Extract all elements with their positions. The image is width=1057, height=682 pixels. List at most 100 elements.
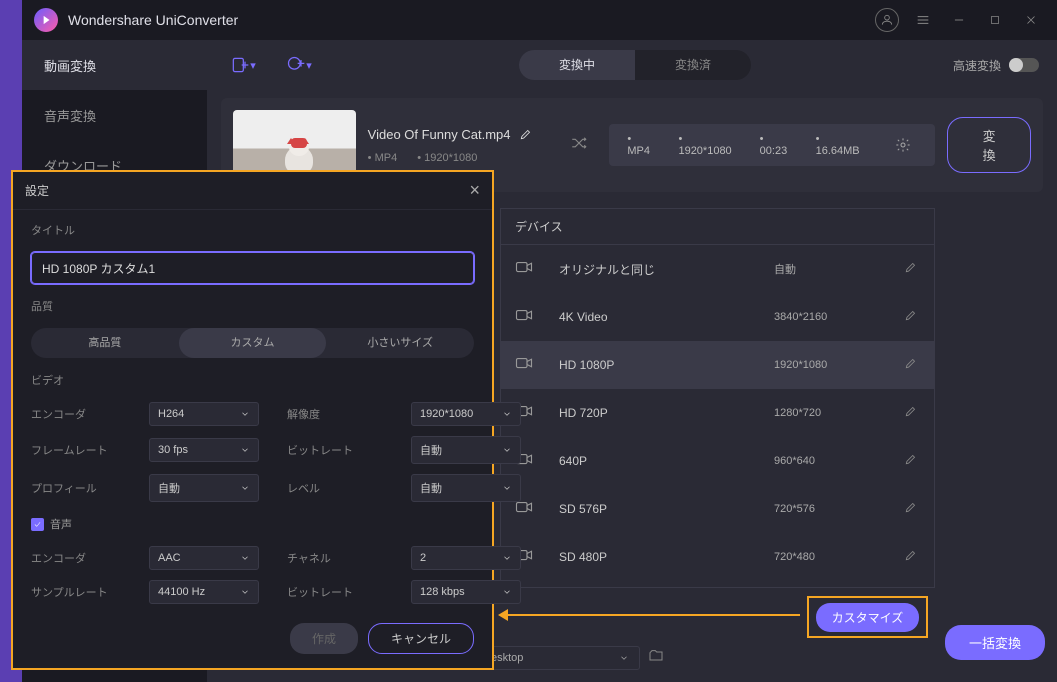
maximize-icon[interactable] bbox=[981, 6, 1009, 34]
src-resolution: 1920*1080 bbox=[424, 152, 477, 164]
speed-label: 高速変換 bbox=[953, 57, 1001, 74]
quality-high[interactable]: 高品質 bbox=[31, 328, 179, 358]
device-label: HD 1080P bbox=[559, 358, 754, 372]
audio-samplerate-select[interactable]: 44100 Hz bbox=[149, 580, 259, 604]
edit-name-icon[interactable] bbox=[519, 127, 533, 141]
app-title: Wondershare UniConverter bbox=[68, 12, 238, 28]
edit-icon[interactable] bbox=[904, 500, 920, 519]
shuffle-icon[interactable] bbox=[570, 134, 598, 157]
device-label: HD 720P bbox=[559, 406, 754, 420]
audio-samplerate-label: サンプルレート bbox=[31, 584, 121, 600]
dest-duration: 00:23 bbox=[760, 145, 788, 157]
add-file-button[interactable]: ▾ bbox=[225, 47, 261, 83]
device-row[interactable]: SD 480P 720*480 bbox=[501, 533, 934, 581]
settings-dialog: 設定 × タイトル 品質 高品質 カスタム 小さいサイズ ビデオ エンコーダ H… bbox=[11, 170, 494, 670]
device-row[interactable]: SD 576P 720*576 bbox=[501, 485, 934, 533]
menu-icon[interactable] bbox=[909, 6, 937, 34]
device-tab[interactable]: デバイス bbox=[501, 209, 934, 245]
device-resolution: 自動 bbox=[774, 261, 884, 277]
video-icon bbox=[515, 354, 539, 377]
audio-encoder-select[interactable]: AAC bbox=[149, 546, 259, 570]
title-section-label: タイトル bbox=[31, 222, 474, 238]
device-row[interactable]: 640P 960*640 bbox=[501, 437, 934, 485]
tab-converted[interactable]: 変換済 bbox=[635, 50, 751, 80]
app-logo bbox=[34, 8, 58, 32]
device-label: 4K Video bbox=[559, 310, 754, 324]
audio-section-label: 音声 bbox=[50, 516, 72, 532]
edit-icon[interactable] bbox=[904, 308, 920, 327]
video-profile-select[interactable]: 自動 bbox=[149, 474, 259, 502]
open-folder-icon[interactable] bbox=[648, 648, 664, 669]
video-icon bbox=[515, 306, 539, 329]
audio-channel-select[interactable]: 2 bbox=[411, 546, 521, 570]
sidebar-item-label: 動画変換 bbox=[44, 56, 96, 75]
quality-section-label: 品質 bbox=[31, 298, 474, 314]
video-encoder-label: エンコーダ bbox=[31, 406, 121, 422]
speed-toggle[interactable] bbox=[1009, 58, 1039, 72]
device-resolution: 1920*1080 bbox=[774, 359, 884, 371]
format-dropdown-panel: デバイス オリジナルと同じ 自動 4K Video 3840*2160 HD 1… bbox=[500, 208, 935, 588]
add-folder-button[interactable]: ▾ bbox=[281, 47, 317, 83]
edit-icon[interactable] bbox=[904, 404, 920, 423]
audio-encoder-label: エンコーダ bbox=[31, 550, 121, 566]
account-icon[interactable] bbox=[873, 6, 901, 34]
device-label: SD 480P bbox=[559, 550, 754, 564]
output-folder-select[interactable]: esktop bbox=[480, 646, 640, 670]
video-profile-label: プロフィール bbox=[31, 480, 121, 496]
minimize-icon[interactable] bbox=[945, 6, 973, 34]
video-bitrate-label: ビットレート bbox=[287, 442, 383, 458]
create-button[interactable]: 作成 bbox=[290, 623, 358, 654]
edit-icon[interactable] bbox=[904, 356, 920, 375]
dialog-title: 設定 bbox=[25, 182, 49, 199]
convert-button[interactable]: 変換 bbox=[947, 117, 1031, 173]
video-level-select[interactable]: 自動 bbox=[411, 474, 521, 502]
video-resolution-label: 解像度 bbox=[287, 406, 383, 422]
audio-bitrate-label: ビットレート bbox=[287, 584, 383, 600]
customize-button[interactable]: カスタマイズ bbox=[816, 603, 920, 632]
batch-convert-button[interactable]: 一括変換 bbox=[945, 625, 1045, 660]
sidebar-item-video-convert[interactable]: 動画変換 bbox=[22, 40, 207, 90]
dest-format: MP4 bbox=[627, 145, 650, 157]
device-resolution: 720*576 bbox=[774, 503, 884, 515]
close-icon[interactable] bbox=[1017, 6, 1045, 34]
edit-icon[interactable] bbox=[904, 548, 920, 567]
dest-resolution: 1920*1080 bbox=[678, 145, 731, 157]
video-level-label: レベル bbox=[287, 480, 383, 496]
src-format: MP4 bbox=[375, 152, 398, 164]
device-row[interactable]: 4K Video 3840*2160 bbox=[501, 293, 934, 341]
gear-icon[interactable] bbox=[888, 130, 918, 160]
annotation-arrow bbox=[500, 614, 800, 616]
device-resolution: 960*640 bbox=[774, 455, 884, 467]
edit-icon[interactable] bbox=[904, 452, 920, 471]
annotation-box: カスタマイズ bbox=[807, 596, 928, 638]
video-encoder-select[interactable]: H264 bbox=[149, 402, 259, 426]
quality-small[interactable]: 小さいサイズ bbox=[326, 328, 474, 358]
device-row[interactable]: HD 720P 1280*720 bbox=[501, 389, 934, 437]
video-icon bbox=[515, 258, 539, 281]
device-resolution: 720*480 bbox=[774, 551, 884, 563]
edit-icon[interactable] bbox=[904, 260, 920, 279]
video-bitrate-select[interactable]: 自動 bbox=[411, 436, 521, 464]
video-framerate-label: フレームレート bbox=[31, 442, 121, 458]
cancel-button[interactable]: キャンセル bbox=[368, 623, 474, 654]
audio-bitrate-select[interactable]: 128 kbps bbox=[411, 580, 521, 604]
video-framerate-select[interactable]: 30 fps bbox=[149, 438, 259, 462]
audio-channel-label: チャネル bbox=[287, 550, 383, 566]
sidebar-item-audio-convert[interactable]: 音声変換 bbox=[22, 90, 207, 140]
device-row[interactable]: HD 1080P 1920*1080 bbox=[501, 341, 934, 389]
media-filename: Video Of Funny Cat.mp4 bbox=[368, 127, 511, 142]
dest-info: • MP4 • 1920*1080 • 00:23 • 16.64MB bbox=[609, 124, 935, 166]
sidebar-item-label: 音声変換 bbox=[44, 106, 96, 125]
video-section-label: ビデオ bbox=[31, 372, 474, 388]
preset-title-input[interactable] bbox=[31, 252, 474, 284]
tab-converting[interactable]: 変換中 bbox=[519, 50, 635, 80]
video-resolution-select[interactable]: 1920*1080 bbox=[411, 402, 521, 426]
device-resolution: 1280*720 bbox=[774, 407, 884, 419]
device-label: 640P bbox=[559, 454, 754, 468]
audio-enable-checkbox[interactable] bbox=[31, 518, 44, 531]
device-row[interactable]: オリジナルと同じ 自動 bbox=[501, 245, 934, 293]
device-resolution: 3840*2160 bbox=[774, 311, 884, 323]
quality-custom[interactable]: カスタム bbox=[179, 328, 327, 358]
device-label: SD 576P bbox=[559, 502, 754, 516]
dialog-close-icon[interactable]: × bbox=[469, 180, 480, 201]
